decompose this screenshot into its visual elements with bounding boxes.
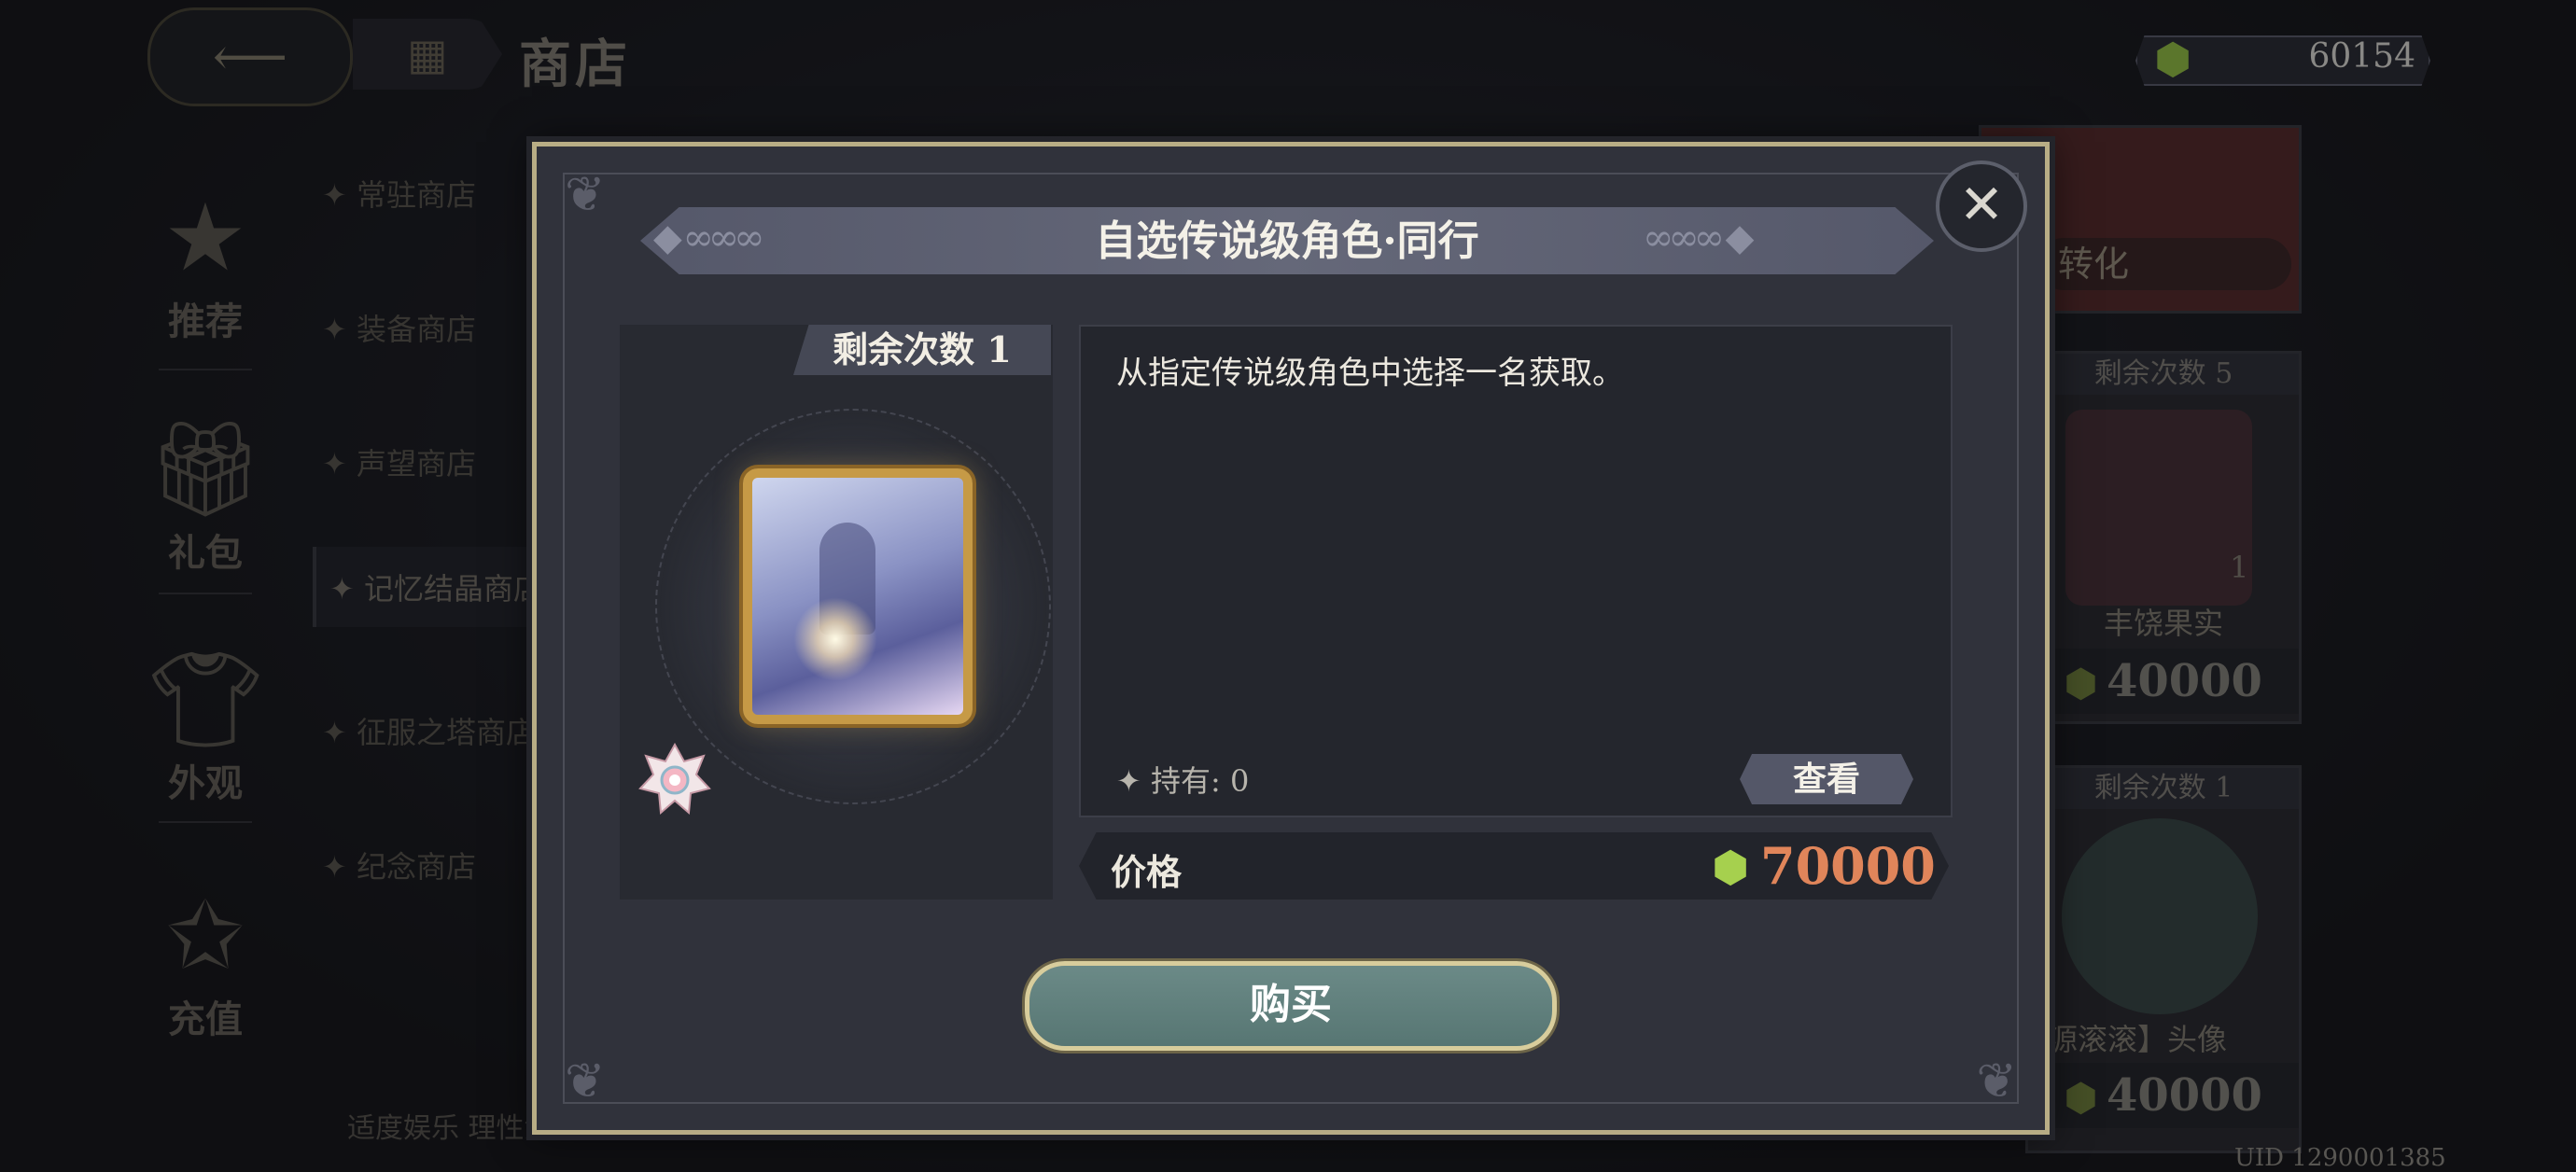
corner-ornament-icon: ❦ — [1976, 1053, 2017, 1109]
price-value: 70000 — [1760, 836, 1936, 896]
rarity-badge-icon — [638, 743, 711, 816]
close-button[interactable]: ✕ — [1936, 160, 2027, 252]
price-label: 价格 — [1111, 851, 1183, 893]
close-icon: ✕ — [1958, 173, 2005, 236]
glow-effect — [793, 597, 877, 681]
dialog-title: 自选传说级角色·同行 — [1095, 217, 1479, 265]
corner-ornament-icon: ❦ — [565, 167, 606, 223]
remaining-count-tag: 剩余次数 1 — [793, 325, 1051, 375]
corner-ornament-icon: ❦ — [565, 1053, 606, 1109]
view-button[interactable]: 查看 — [1740, 754, 1913, 804]
item-description: 从指定传说级角色中选择一名获取。 — [1116, 355, 1624, 392]
holding-count: ✦ 持有: 0 — [1116, 763, 1250, 799]
description-panel — [1079, 325, 1953, 817]
green-gem-icon: ⬢ — [1712, 842, 1750, 892]
buy-button[interactable]: 购买 — [1025, 961, 1557, 1051]
